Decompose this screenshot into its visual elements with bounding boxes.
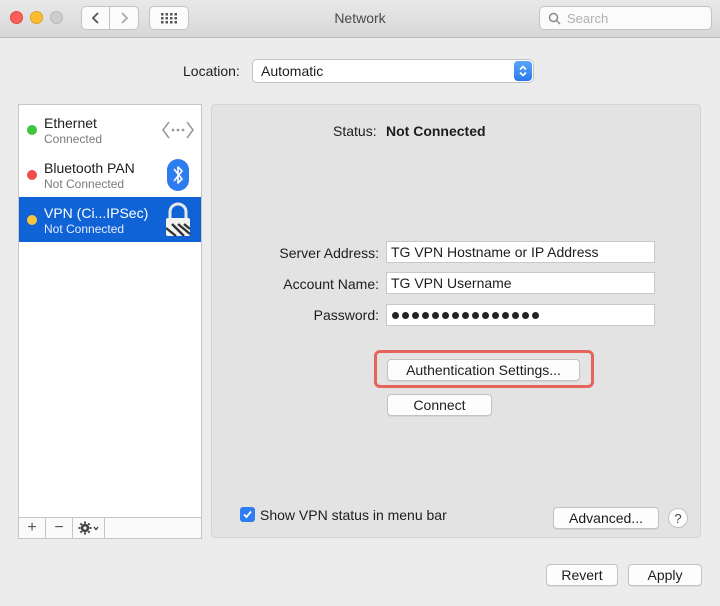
- show-all-button[interactable]: [149, 6, 189, 30]
- service-item-bluetooth-pan[interactable]: Bluetooth PAN Not Connected: [19, 152, 201, 197]
- password-dot: [392, 311, 399, 319]
- status-dot: [27, 170, 37, 180]
- close-button[interactable]: [10, 11, 23, 24]
- forward-button[interactable]: [110, 6, 139, 30]
- password-dot: [422, 311, 429, 319]
- account-name-label: Account Name:: [283, 276, 379, 292]
- password-input[interactable]: [386, 304, 655, 326]
- password-dot: [522, 311, 529, 319]
- password-label: Password:: [313, 307, 379, 323]
- password-dot: [472, 311, 479, 319]
- title-bar: Network: [0, 0, 720, 38]
- zoom-button[interactable]: [50, 11, 63, 24]
- show-vpn-status-checkbox[interactable]: [240, 507, 255, 522]
- password-dot: [512, 311, 519, 319]
- service-status: Connected: [44, 132, 103, 146]
- service-name: Bluetooth PAN: [44, 160, 135, 176]
- checkmark-icon: [243, 510, 252, 519]
- service-name: VPN (Ci...IPSec): [44, 205, 149, 221]
- password-dot: [462, 311, 469, 319]
- service-item-vpn[interactable]: VPN (Ci...IPSec) Not Connected: [19, 197, 201, 242]
- chevron-right-icon: [121, 12, 129, 24]
- password-dot: [482, 311, 489, 319]
- password-dot: [452, 311, 459, 319]
- action-menu-button[interactable]: [73, 518, 105, 538]
- search-box[interactable]: [539, 6, 712, 30]
- server-address-input[interactable]: [386, 241, 655, 263]
- password-dot: [402, 311, 409, 319]
- bluetooth-icon: [161, 157, 195, 193]
- service-name: Ethernet: [44, 115, 97, 131]
- password-dot: [532, 311, 539, 319]
- remove-service-button[interactable]: −: [46, 518, 73, 538]
- password-dot: [492, 311, 499, 319]
- location-label: Location:: [183, 63, 240, 79]
- nav-buttons: [81, 6, 139, 30]
- search-input[interactable]: [567, 10, 707, 26]
- vpn-lock-icon: [161, 202, 195, 238]
- service-status: Not Connected: [44, 177, 125, 191]
- server-address-label: Server Address:: [279, 245, 379, 261]
- revert-button[interactable]: Revert: [546, 564, 618, 586]
- back-button[interactable]: [81, 6, 110, 30]
- connect-button[interactable]: Connect: [387, 394, 492, 416]
- service-list: Ethernet Connected Bluetooth PAN Not Con…: [18, 104, 202, 518]
- password-dot: [442, 311, 449, 319]
- status-value: Not Connected: [386, 123, 486, 139]
- apply-button[interactable]: Apply: [628, 564, 702, 586]
- grid-icon: [161, 13, 177, 24]
- location-stepper[interactable]: [514, 61, 532, 81]
- minimize-button[interactable]: [30, 11, 43, 24]
- up-down-chevron-icon: [519, 65, 527, 77]
- service-list-toolbar: + −: [18, 517, 202, 539]
- chevron-left-icon: [91, 12, 99, 24]
- service-status: Not Connected: [44, 222, 125, 236]
- help-button[interactable]: ?: [668, 508, 688, 528]
- password-dot: [502, 311, 509, 319]
- service-item-ethernet[interactable]: Ethernet Connected: [19, 107, 201, 152]
- status-dot: [27, 125, 37, 135]
- search-icon: [548, 12, 561, 25]
- add-service-button[interactable]: +: [19, 518, 46, 538]
- location-select[interactable]: Automatic: [252, 59, 534, 83]
- authentication-settings-button[interactable]: Authentication Settings...: [387, 359, 580, 381]
- password-dot: [432, 311, 439, 319]
- ethernet-icon: [161, 112, 195, 148]
- advanced-button[interactable]: Advanced...: [553, 507, 659, 529]
- account-name-input[interactable]: [386, 272, 655, 294]
- show-vpn-status-label: Show VPN status in menu bar: [260, 507, 447, 523]
- status-label: Status:: [333, 123, 377, 139]
- gear-icon: [78, 521, 99, 535]
- password-dot: [412, 311, 419, 319]
- location-value: Automatic: [261, 63, 324, 79]
- status-dot: [27, 215, 37, 225]
